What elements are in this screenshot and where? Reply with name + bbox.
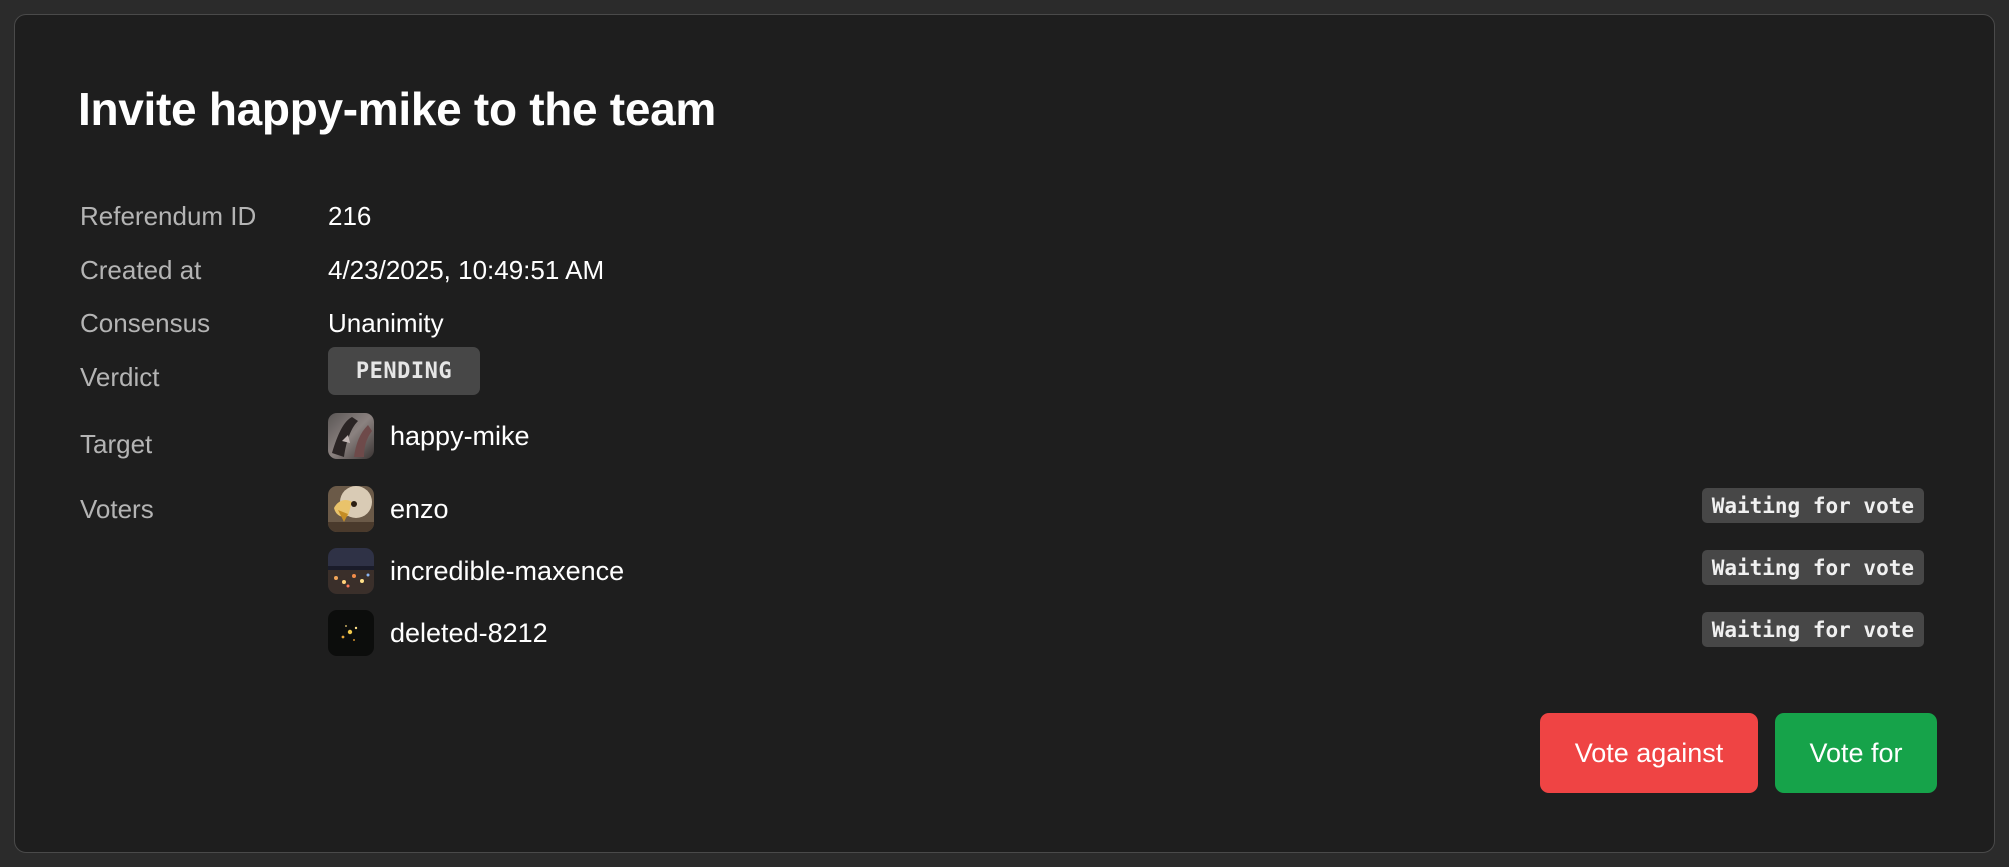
referendum-card: Invite happy-mike to the team Referendum… xyxy=(14,14,1995,853)
vote-against-button[interactable]: Vote against xyxy=(1540,713,1758,793)
voter-status-badge: Waiting for vote xyxy=(1701,612,1924,647)
consensus-value: Unanimity xyxy=(328,308,444,338)
consensus-label: Consensus xyxy=(80,308,211,338)
abstract-photo-avatar xyxy=(328,413,374,459)
voter-status-badge: Waiting for vote xyxy=(1701,488,1924,523)
target-user: happy-mike xyxy=(328,413,530,459)
target-name: happy-mike xyxy=(390,421,530,451)
created-at-label: Created at xyxy=(80,255,202,285)
voter-row: deleted-8212 xyxy=(328,610,548,656)
referendum-id-value: 216 xyxy=(328,201,372,231)
voter-name: incredible-maxence xyxy=(390,556,625,586)
voter-name: deleted-8212 xyxy=(390,618,548,648)
target-label: Target xyxy=(80,429,153,459)
voter-row: incredible-maxence xyxy=(328,548,624,594)
eagle-photo-avatar xyxy=(328,486,374,532)
voters-label: Voters xyxy=(80,494,154,524)
dark-sparkle-avatar xyxy=(328,610,374,656)
voter-status-badge: Waiting for vote xyxy=(1701,550,1924,585)
referendum-id-label: Referendum ID xyxy=(80,201,257,231)
created-at-value: 4/23/2025, 10:49:51 AM xyxy=(328,255,605,285)
city-night-photo-avatar xyxy=(328,548,374,594)
voter-name: enzo xyxy=(390,494,449,524)
vote-for-button[interactable]: Vote for xyxy=(1775,713,1937,793)
page-title: Invite happy-mike to the team xyxy=(78,83,716,135)
verdict-status-badge: PENDING xyxy=(328,347,480,395)
verdict-label: Verdict xyxy=(80,362,160,392)
voter-row: enzo xyxy=(328,486,449,532)
